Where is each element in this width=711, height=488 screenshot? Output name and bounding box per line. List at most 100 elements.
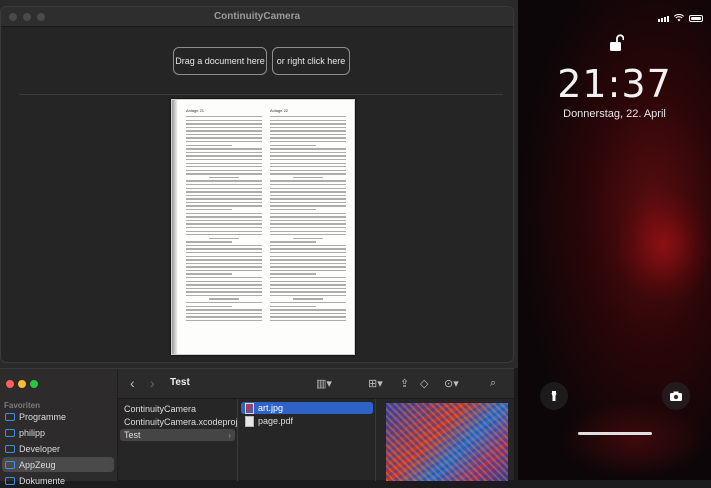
- back-button[interactable]: ‹: [130, 375, 135, 391]
- document-text-line: [186, 259, 262, 261]
- document-text-line: [186, 144, 232, 147]
- document-text-line: [186, 223, 262, 225]
- document-text-line: [292, 176, 324, 179]
- drag-document-button[interactable]: Drag a document here: [173, 47, 267, 75]
- document-text-line: [186, 244, 262, 247]
- document-text-line: [186, 126, 262, 129]
- window-title: ContinuityCamera: [213, 11, 301, 22]
- document-text-line: [270, 191, 346, 193]
- document-text-line: [186, 123, 262, 125]
- document-text-line: [186, 284, 262, 286]
- file-preview-image: [386, 403, 508, 481]
- divider: [514, 368, 518, 480]
- finder-close-button[interactable]: [6, 380, 14, 388]
- finder-sidebar: Favoriten Programme philipp Developer Ap…: [0, 369, 118, 486]
- document-text-line: [270, 205, 346, 207]
- document-text-line: [270, 251, 346, 254]
- document-text-line: [270, 273, 316, 275]
- document-text-line: [270, 230, 346, 232]
- document-text-line: [186, 194, 262, 197]
- sidebar-item-appzeug[interactable]: AppZeug: [2, 457, 114, 472]
- document-text-line: [186, 216, 262, 218]
- list-item-label: art.jpg: [258, 403, 284, 413]
- document-text-line: [186, 141, 262, 143]
- document-text-line: [186, 219, 262, 222]
- document-text-line: [270, 187, 346, 189]
- document-text-line: [186, 251, 262, 254]
- scanned-document[interactable]: Anlage 21 Anlage 22: [171, 99, 355, 355]
- list-item[interactable]: art.jpg: [241, 402, 373, 414]
- sidebar-item-developer[interactable]: Developer: [2, 441, 114, 456]
- right-click-button[interactable]: or right click here: [272, 47, 350, 75]
- lock-screen-date: Donnerstag, 22. April: [563, 108, 666, 120]
- group-icon[interactable]: ⊞▾: [368, 377, 383, 390]
- window-titlebar[interactable]: ContinuityCamera: [1, 7, 513, 27]
- document-text-line: [186, 180, 262, 182]
- share-icon[interactable]: ⇪: [400, 377, 409, 390]
- list-item-label: ContinuityCamera: [124, 404, 197, 414]
- document-text-line: [186, 198, 262, 200]
- document-text-line: [186, 166, 262, 168]
- document-text-line: [186, 309, 262, 311]
- finder-zoom-button[interactable]: [30, 380, 38, 388]
- wifi-icon: [674, 14, 684, 22]
- document-text-line: [292, 298, 324, 300]
- document-text-line: [270, 302, 346, 304]
- document-text-line: [270, 284, 346, 286]
- document-text-line: [186, 201, 262, 204]
- search-icon[interactable]: ⌕: [490, 377, 496, 390]
- document-text-line: [270, 291, 346, 293]
- document-text-line: [186, 205, 262, 207]
- document-text-line: [270, 319, 346, 322]
- document-text-line: [208, 298, 240, 300]
- document-text-line: [186, 212, 262, 214]
- document-text-line: [270, 198, 346, 200]
- document-text-line: [270, 280, 346, 282]
- document-text-line: [186, 151, 262, 154]
- document-text-line: [186, 230, 262, 232]
- list-item[interactable]: ContinuityCamera.xcodeproj: [120, 416, 238, 428]
- document-text-line: [186, 302, 262, 304]
- document-text-line: [270, 126, 346, 129]
- document-text-line: [270, 144, 316, 147]
- drop-zone-toolbar: Drag a document here or right click here: [13, 27, 513, 95]
- column-view-icon[interactable]: ▥▾: [316, 377, 332, 390]
- document-text-line: [270, 259, 346, 261]
- tag-icon[interactable]: ◇: [420, 377, 428, 390]
- document-text-line: [270, 223, 346, 225]
- document-text-line: [186, 234, 262, 236]
- flashlight-icon: [551, 391, 557, 401]
- document-text-line: [270, 158, 346, 161]
- list-item[interactable]: ContinuityCamera: [120, 403, 235, 415]
- list-item[interactable]: page.pdf: [241, 415, 373, 427]
- document-text-line: [186, 277, 262, 279]
- flashlight-button[interactable]: [540, 382, 568, 410]
- applications-icon: [5, 412, 15, 421]
- sidebar-item-philipp[interactable]: philipp: [2, 425, 114, 440]
- more-actions-icon[interactable]: ⊙▾: [444, 377, 459, 390]
- document-left-column: [186, 116, 262, 324]
- document-text-line: [270, 244, 346, 247]
- sidebar-item-dokumente[interactable]: Dokumente: [2, 473, 114, 488]
- document-text-line: [186, 269, 262, 272]
- document-text-line: [186, 187, 262, 189]
- status-bar: [658, 14, 703, 22]
- camera-button[interactable]: [662, 382, 690, 410]
- finder-minimize-button[interactable]: [18, 380, 26, 388]
- document-text-line: [270, 212, 346, 214]
- document-text-line: [186, 287, 262, 290]
- document-text-line: [270, 155, 346, 157]
- document-text-line: [186, 130, 262, 132]
- document-text-line: [186, 312, 262, 315]
- home-indicator[interactable]: [578, 432, 652, 435]
- list-item[interactable]: Test ›: [120, 429, 235, 441]
- document-text-line: [186, 291, 262, 293]
- document-text-line: [270, 183, 346, 186]
- document-text-line: [270, 169, 346, 172]
- document-text-line: [186, 226, 262, 229]
- document-text-line: [208, 237, 240, 240]
- sidebar-item-programme[interactable]: Programme: [2, 409, 114, 424]
- document-text-line: [270, 133, 346, 136]
- document-text-line: [270, 294, 346, 297]
- forward-button[interactable]: ›: [150, 375, 155, 391]
